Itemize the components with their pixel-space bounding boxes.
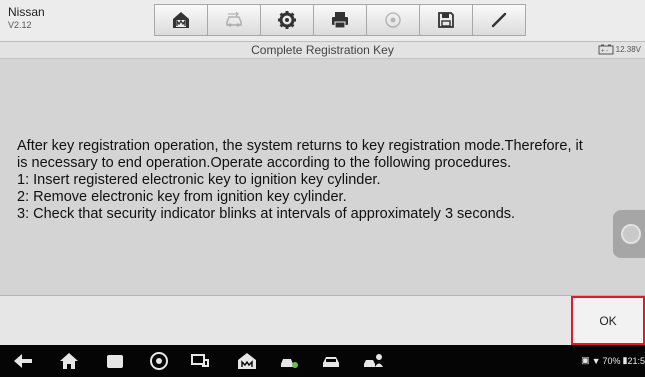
- recent-apps-icon[interactable]: [104, 351, 126, 371]
- floating-assistive-button[interactable]: [613, 210, 645, 258]
- vehicle-swap-tool-button[interactable]: [207, 4, 261, 36]
- svg-text:+ -: + -: [601, 49, 608, 55]
- title-bar: Complete Registration Key + - 12.38V: [0, 42, 645, 59]
- battery-voltage: 12.38V: [615, 45, 641, 54]
- android-navigation-bar: ▣ ▼ 70% ▮ 21:5: [0, 345, 645, 377]
- gear-icon: [278, 11, 296, 29]
- message-line: is necessary to end operation.Operate ac…: [17, 155, 512, 171]
- home-tool-button[interactable]: [154, 4, 208, 36]
- message-line: 3: Check that security indicator blinks …: [17, 206, 516, 222]
- pen-icon: [491, 12, 507, 28]
- chat-icon: ▣: [581, 355, 590, 365]
- help-icon: [385, 12, 401, 28]
- clock-time: 21:5: [627, 355, 645, 366]
- autel-home-icon[interactable]: [236, 351, 258, 371]
- floppy-disk-icon: [438, 12, 454, 28]
- brand-name: Nissan: [8, 5, 45, 19]
- page-title: Complete Registration Key: [251, 43, 394, 57]
- top-toolbar: Nissan V2.12: [0, 0, 645, 42]
- edit-tool-button[interactable]: [472, 4, 526, 36]
- back-icon[interactable]: [12, 351, 34, 371]
- message-line: 2: Remove electronic key from ignition k…: [17, 189, 347, 205]
- system-status-area: ▣ ▼ 70% ▮ 21:5: [579, 355, 645, 366]
- ok-button[interactable]: OK: [571, 296, 645, 345]
- home-nav-icon[interactable]: [58, 351, 80, 371]
- wifi-icon: ▼: [591, 355, 601, 366]
- toolbar-buttons: [154, 4, 526, 36]
- bottom-action-bar: OK: [0, 295, 645, 345]
- message-line: After key registration operation, the sy…: [17, 138, 583, 154]
- software-version: V2.12: [8, 20, 32, 30]
- battery-voltage-indicator: + - 12.38V: [598, 44, 641, 55]
- save-tool-button[interactable]: [419, 4, 473, 36]
- battery-percent: 70%: [602, 355, 621, 366]
- message-panel: After key registration operation, the sy…: [0, 60, 645, 294]
- remote-expert-icon[interactable]: [362, 351, 384, 371]
- print-tool-button[interactable]: [313, 4, 367, 36]
- home-icon: [173, 12, 189, 28]
- battery-icon: + -: [598, 44, 614, 55]
- vehicle-brand: Nissan V2.12: [8, 5, 128, 31]
- chrome-icon[interactable]: [148, 351, 170, 371]
- diagnostics-app-icon[interactable]: [278, 351, 300, 371]
- printer-icon: [332, 12, 348, 29]
- assistive-circle-icon: [621, 224, 641, 244]
- vehicle-app-icon[interactable]: [320, 351, 342, 371]
- settings-tool-button[interactable]: [260, 4, 314, 36]
- vci-connection-icon[interactable]: [190, 351, 212, 371]
- message-text: After key registration operation, the sy…: [17, 138, 642, 223]
- car-swap-icon: [226, 11, 242, 27]
- help-tool-button[interactable]: [366, 4, 420, 36]
- message-line: 1: Insert registered electronic key to i…: [17, 172, 381, 188]
